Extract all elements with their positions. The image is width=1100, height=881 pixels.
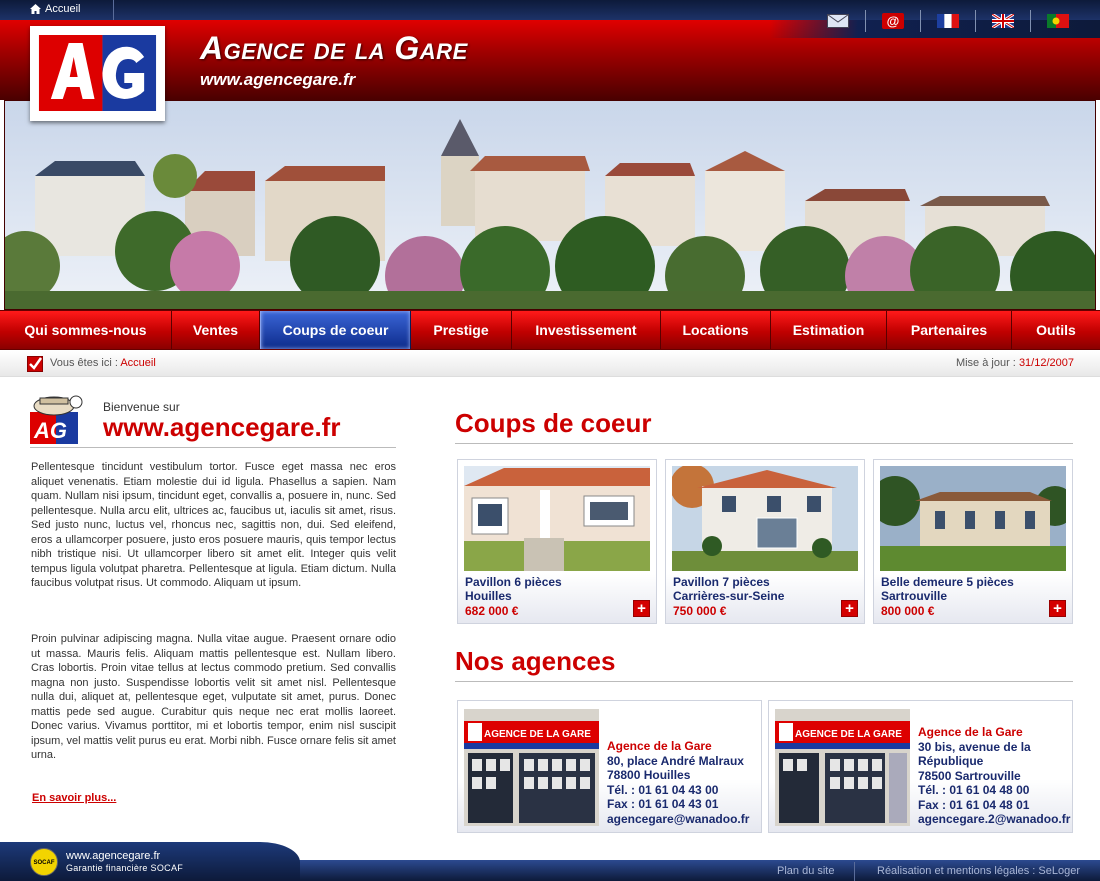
flag-uk-icon[interactable] bbox=[975, 10, 1030, 32]
site-url: www.agencegare.fr bbox=[200, 70, 356, 89]
agency-address: 30 bis, avenue de la bbox=[918, 739, 1031, 754]
property-card[interactable]: Pavillon 7 pièces Carrières-sur-Seine 75… bbox=[665, 459, 865, 624]
plus-icon[interactable]: + bbox=[633, 600, 650, 617]
read-more-link[interactable]: En savoir plus... bbox=[32, 792, 116, 804]
property-city: Houilles bbox=[465, 589, 512, 603]
update-date: 31/12/2007 bbox=[1018, 357, 1074, 369]
plus-icon[interactable]: + bbox=[841, 600, 858, 617]
property-card[interactable]: Pavillon 6 pièces Houilles 682 000 € + bbox=[457, 459, 657, 624]
agency-photo: AGENCE DE LA GARE bbox=[464, 709, 599, 826]
agency-tel: Tél. : 01 61 04 43 00 bbox=[607, 782, 719, 797]
mail-icon[interactable] bbox=[810, 10, 865, 32]
agency-address-2: République bbox=[918, 754, 984, 768]
property-price: 682 000 € bbox=[465, 604, 519, 618]
nav-item-estimation[interactable]: Estimation bbox=[771, 311, 887, 349]
property-photo bbox=[880, 466, 1066, 571]
home-icon bbox=[30, 4, 41, 14]
property-title: Pavillon 6 pièces bbox=[465, 575, 562, 589]
welcome-url: www.agencegare.fr bbox=[103, 412, 341, 442]
intro-paragraph-1: Pellentesque tincidunt vestibulum tortor… bbox=[31, 461, 396, 589]
agency-address: 80, place André Malraux bbox=[607, 753, 744, 768]
property-city: Sartrouville bbox=[881, 589, 948, 603]
plus-icon[interactable]: + bbox=[1049, 600, 1066, 617]
intro-paragraph-2: Proin pulvinar adipiscing magna. Nulla v… bbox=[31, 633, 396, 761]
breadcrumb-current-link[interactable]: Accueil bbox=[120, 357, 155, 369]
agency-name: Agence de la Gare bbox=[918, 725, 1023, 739]
checkbox-icon bbox=[27, 356, 43, 372]
sitemap-link[interactable]: Plan du site bbox=[777, 865, 834, 877]
top-icons: @ bbox=[810, 10, 1085, 32]
nav-item-partenaires[interactable]: Partenaires bbox=[887, 311, 1012, 349]
property-photo bbox=[464, 466, 650, 571]
property-photo bbox=[672, 466, 858, 571]
header: Agence de la Gare www.agencegare.fr @ bbox=[0, 10, 1100, 100]
socaf-badge: SOCAF bbox=[30, 848, 58, 876]
nav-item-prestige[interactable]: Prestige bbox=[411, 311, 512, 349]
nav-item-outils[interactable]: Outils bbox=[1012, 311, 1100, 349]
update-info: Mise à jour : 31/12/2007 bbox=[956, 357, 1074, 369]
breadcrumb-prefix: Vous êtes ici : bbox=[50, 357, 118, 369]
nav-item-investissement[interactable]: Investissement bbox=[512, 311, 661, 349]
agency-fax: Fax : 01 61 04 43 01 bbox=[607, 797, 719, 811]
at-icon[interactable]: @ bbox=[865, 10, 920, 32]
svg-text:@: @ bbox=[887, 14, 900, 29]
breadcrumb-bar: Vous êtes ici : Accueil Mise à jour : 31… bbox=[0, 351, 1100, 377]
property-price: 750 000 € bbox=[673, 604, 727, 618]
legal-link[interactable]: Réalisation et mentions légales : SeLoge… bbox=[877, 865, 1080, 877]
property-card[interactable]: Belle demeure 5 pièces Sartrouville 800 … bbox=[873, 459, 1073, 624]
site-title: Agence de la Gare bbox=[200, 30, 468, 66]
agency-name: Agence de la Gare bbox=[607, 739, 712, 753]
banner-image bbox=[4, 100, 1096, 310]
agency-sign-text: AGENCE DE LA GARE bbox=[795, 729, 902, 740]
nos-agences-title: Nos agences bbox=[455, 646, 1073, 682]
property-city: Carrières-sur-Seine bbox=[673, 589, 785, 603]
property-price: 800 000 € bbox=[881, 604, 935, 618]
flag-pt-icon[interactable] bbox=[1030, 10, 1085, 32]
footer-url: www.agencegare.fr bbox=[66, 850, 161, 862]
home-link[interactable]: Accueil bbox=[30, 3, 80, 15]
agency-city: 78800 Houilles bbox=[607, 768, 691, 782]
agency-details: Agence de la Gare 80, place André Malrau… bbox=[607, 739, 749, 826]
nav-item-locations[interactable]: Locations bbox=[661, 311, 771, 349]
agency-email[interactable]: agencegare@wanadoo.fr bbox=[607, 812, 749, 827]
agency-card[interactable]: AGENCE DE LA GARE Agence de la Gare 80, … bbox=[457, 700, 762, 833]
nav-item-coups-de-coeur[interactable]: Coups de coeur bbox=[260, 311, 411, 349]
nav-item-qui-sommes-nous[interactable]: Qui sommes-nous bbox=[0, 311, 172, 349]
agency-email[interactable]: agencegare.2@wanadoo.fr bbox=[918, 812, 1070, 827]
agency-tel: Tél. : 01 61 04 48 00 bbox=[918, 783, 1030, 797]
main-nav: Qui sommes-nous Ventes Coups de coeur Pr… bbox=[0, 310, 1100, 350]
divider bbox=[854, 862, 855, 881]
logo[interactable] bbox=[30, 26, 165, 121]
agency-photo: AGENCE DE LA GARE bbox=[775, 709, 910, 826]
svg-text:AG: AG bbox=[33, 418, 67, 443]
coups-de-coeur-title: Coups de coeur bbox=[455, 408, 1073, 444]
agency-details: Agence de la Gare 30 bis, avenue de la R… bbox=[918, 725, 1070, 827]
breadcrumb: Vous êtes ici : Accueil bbox=[50, 357, 156, 369]
update-prefix: Mise à jour : bbox=[955, 357, 1016, 369]
agency-sign-text: AGENCE DE LA GARE bbox=[484, 729, 591, 740]
agency-card[interactable]: AGENCE DE LA GARE Agence de la Gare 30 b… bbox=[768, 700, 1073, 833]
property-title: Belle demeure 5 pièces bbox=[881, 575, 1014, 589]
nav-item-ventes[interactable]: Ventes bbox=[172, 311, 260, 349]
home-label: Accueil bbox=[45, 3, 81, 15]
property-title: Pavillon 7 pièces bbox=[673, 575, 770, 589]
divider bbox=[113, 0, 114, 20]
mascot-logo-icon: AG bbox=[30, 395, 83, 444]
agency-fax: Fax : 01 61 04 48 01 bbox=[918, 797, 1030, 812]
agency-city: 78500 Sartrouville bbox=[918, 768, 1021, 783]
flag-fr-icon[interactable] bbox=[920, 10, 975, 32]
footer-guarantee: Garantie financière SOCAF bbox=[66, 863, 184, 873]
page: Accueil Agence de la Gare www.agencegare… bbox=[0, 0, 1100, 881]
footer: SOCAF www.agencegare.fr Garantie financi… bbox=[0, 842, 1100, 881]
welcome-header: AG Bienvenue sur www.agencegare.fr bbox=[30, 392, 396, 448]
